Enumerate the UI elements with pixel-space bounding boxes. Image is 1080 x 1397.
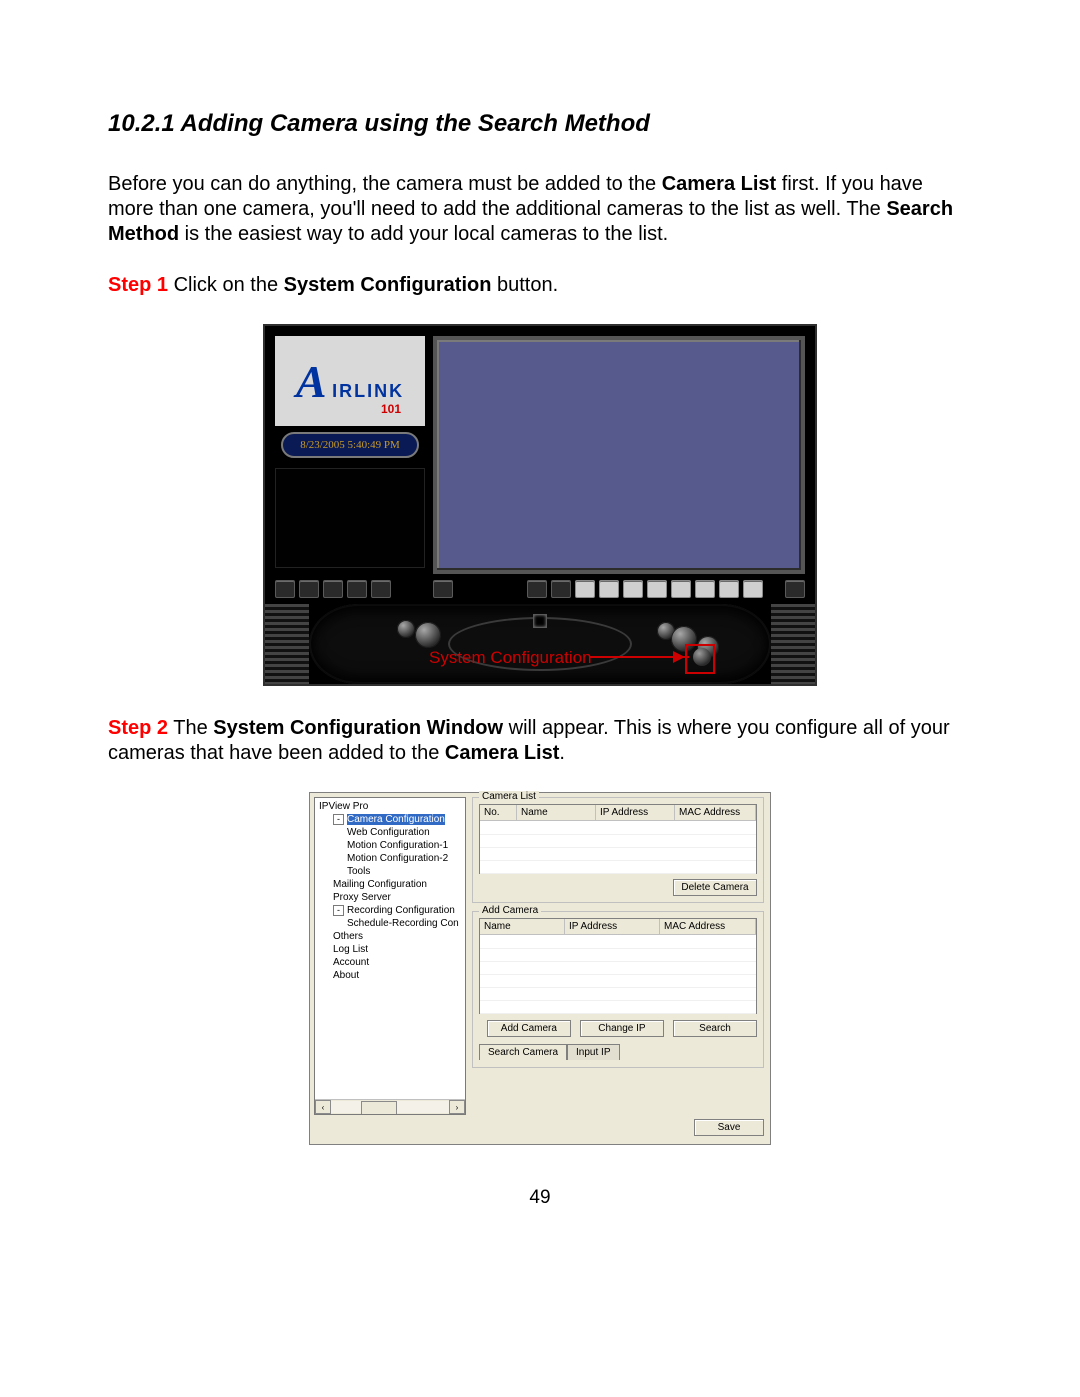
figure-config-window: IPView Pro -Camera Configuration Web Con… <box>309 792 771 1145</box>
add-camera-button[interactable]: Add Camera <box>487 1020 571 1037</box>
add-camera-group: Add Camera Name IP Address MAC Address A… <box>472 911 764 1068</box>
camera-list-legend: Camera List <box>479 791 539 802</box>
tree-item[interactable]: Motion Configuration-1 <box>315 839 465 852</box>
playback-button[interactable] <box>527 580 547 598</box>
tree-collapse-icon[interactable]: - <box>333 905 344 916</box>
layout-button[interactable] <box>575 580 595 598</box>
center-button[interactable] <box>533 614 547 628</box>
tab-input-ip[interactable]: Input IP <box>567 1044 619 1060</box>
tree-item[interactable]: Account <box>315 956 465 969</box>
tree-collapse-icon[interactable]: - <box>333 814 344 825</box>
tree-item[interactable]: Web Configuration <box>315 826 465 839</box>
scroll-left-icon[interactable]: ‹ <box>315 1100 331 1114</box>
step-1-text: Step 1 Click on the System Configuration… <box>108 273 972 298</box>
layout-button[interactable] <box>599 580 619 598</box>
control-dial-area: System Configuration <box>309 604 771 684</box>
figure-app-screenshot: A IRLINK 101 8/23/2005 5:40:49 PM <box>263 324 817 686</box>
dial-button[interactable] <box>397 620 415 638</box>
layout-button[interactable] <box>695 580 715 598</box>
tab-search-camera[interactable]: Search Camera <box>479 1044 567 1060</box>
tree-item[interactable]: Tools <box>315 865 465 878</box>
tree-item[interactable]: Motion Configuration-2 <box>315 852 465 865</box>
brand-logo: A IRLINK 101 <box>275 336 425 426</box>
toolbar-button[interactable] <box>323 580 343 598</box>
decorative-ribs <box>771 604 815 684</box>
step-2-label: Step 2 <box>108 717 168 739</box>
system-configuration-button[interactable] <box>693 648 711 666</box>
system-configuration-callout: System Configuration <box>429 648 592 668</box>
column-header-ip[interactable]: IP Address <box>596 805 675 820</box>
tree-item[interactable]: Proxy Server <box>315 891 465 904</box>
step-2-text: Step 2 The System Configuration Window w… <box>108 716 972 766</box>
scroll-thumb[interactable] <box>361 1101 397 1115</box>
add-camera-table[interactable]: Name IP Address MAC Address <box>479 918 757 1014</box>
toolbar-button[interactable] <box>299 580 319 598</box>
main-viewport <box>433 336 805 574</box>
tree-item[interactable]: Mailing Configuration <box>315 878 465 891</box>
datetime-display: 8/23/2005 5:40:49 PM <box>281 432 419 458</box>
brand-sub: 101 <box>381 402 401 416</box>
tree-item[interactable]: Schedule-Recording Con <box>315 917 465 930</box>
column-header-name[interactable]: Name <box>517 805 596 820</box>
layout-button[interactable] <box>647 580 667 598</box>
step-1-label: Step 1 <box>108 274 168 296</box>
scroll-right-icon[interactable]: › <box>449 1100 465 1114</box>
callout-arrow-icon <box>589 656 689 658</box>
column-header-name[interactable]: Name <box>480 919 565 934</box>
page-number: 49 <box>108 1187 972 1209</box>
layout-button[interactable] <box>719 580 739 598</box>
tree-item[interactable]: Recording Configuration <box>347 905 455 916</box>
tree-item-camera-configuration[interactable]: Camera Configuration <box>347 814 445 825</box>
column-header-no[interactable]: No. <box>480 805 517 820</box>
intro-paragraph: Before you can do anything, the camera m… <box>108 172 972 247</box>
column-header-mac[interactable]: MAC Address <box>675 805 756 820</box>
change-ip-button[interactable]: Change IP <box>580 1020 664 1037</box>
toolbar-button[interactable] <box>785 580 805 598</box>
tree-root: IPView Pro <box>315 800 465 813</box>
dial-button[interactable] <box>415 622 441 648</box>
decorative-ribs <box>265 604 309 684</box>
layout-button[interactable] <box>671 580 691 598</box>
tree-item[interactable]: About <box>315 969 465 982</box>
config-tree[interactable]: IPView Pro -Camera Configuration Web Con… <box>314 797 466 1115</box>
delete-camera-button[interactable]: Delete Camera <box>673 879 757 896</box>
toolbar-button[interactable] <box>371 580 391 598</box>
toolbar <box>265 574 815 604</box>
toolbar-button[interactable] <box>433 580 453 598</box>
toolbar-button[interactable] <box>275 580 295 598</box>
save-button[interactable]: Save <box>694 1119 764 1136</box>
camera-list-table[interactable]: No. Name IP Address MAC Address <box>479 804 757 874</box>
search-button[interactable]: Search <box>673 1020 757 1037</box>
tree-item[interactable]: Others <box>315 930 465 943</box>
add-camera-legend: Add Camera <box>479 905 541 916</box>
tree-item[interactable]: Log List <box>315 943 465 956</box>
column-header-ip[interactable]: IP Address <box>565 919 660 934</box>
column-header-mac[interactable]: MAC Address <box>660 919 756 934</box>
toolbar-button[interactable] <box>347 580 367 598</box>
layout-button[interactable] <box>743 580 763 598</box>
section-heading: 10.2.1 Adding Camera using the Search Me… <box>108 110 972 138</box>
tree-horizontal-scrollbar[interactable]: ‹ › <box>315 1099 465 1114</box>
camera-list-group: Camera List No. Name IP Address MAC Addr… <box>472 797 764 903</box>
playback-button[interactable] <box>551 580 571 598</box>
video-thumbnail <box>275 468 425 568</box>
layout-button[interactable] <box>623 580 643 598</box>
